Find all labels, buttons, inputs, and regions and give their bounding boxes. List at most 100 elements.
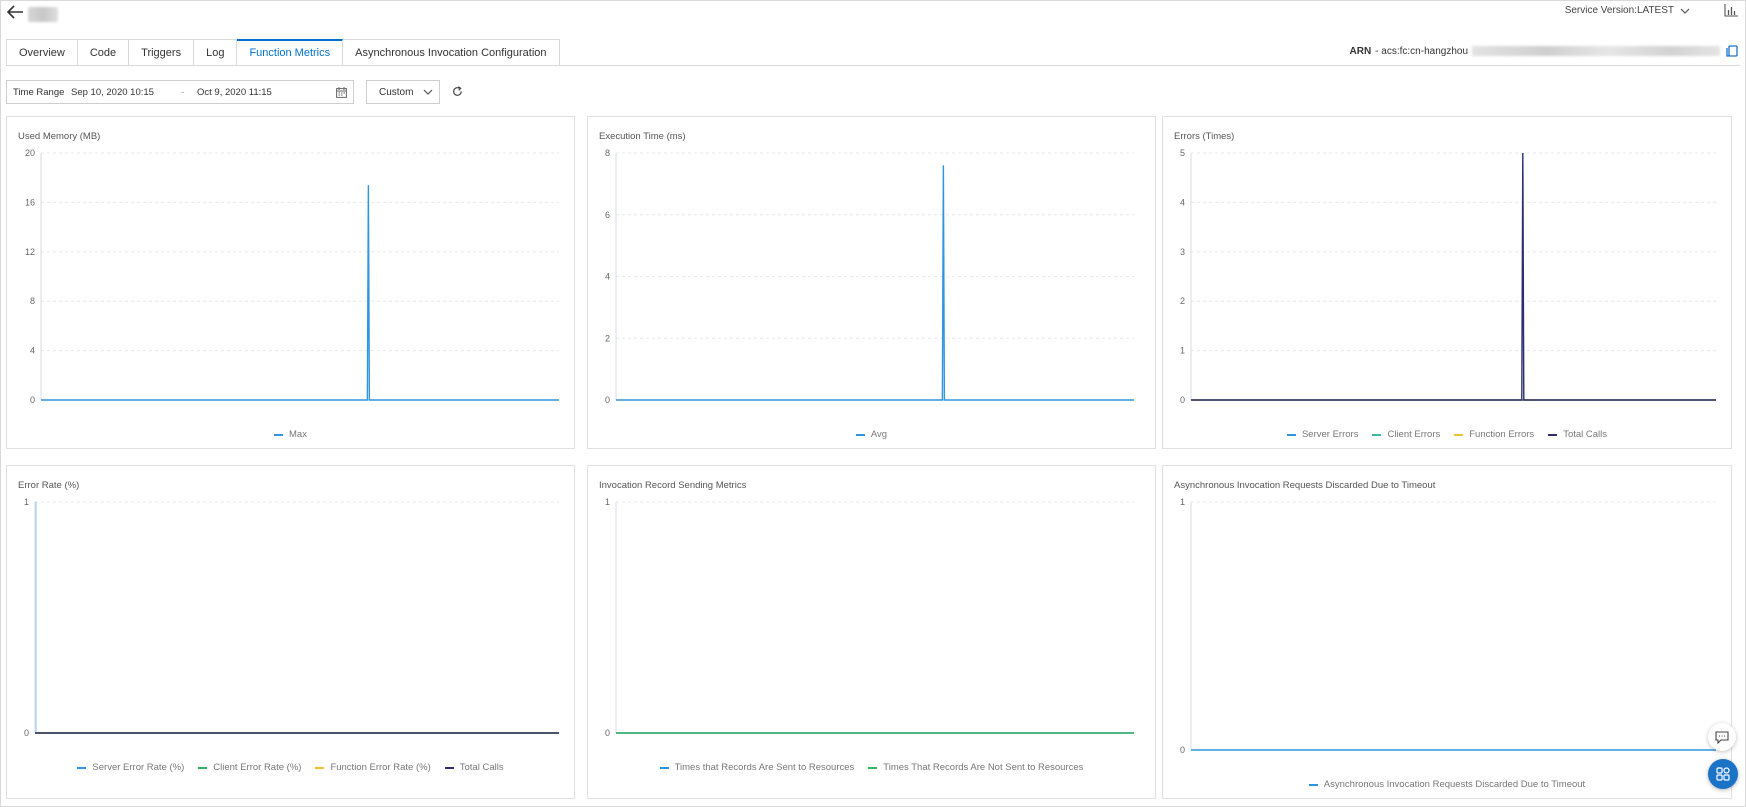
time-range-start[interactable]: Sep 10, 2020 10:15	[71, 87, 181, 98]
arn-label: ARN	[1349, 45, 1372, 57]
chart-svg: 01	[24, 497, 559, 738]
y-tick-label: 4	[605, 272, 610, 282]
chevron-down-icon	[1680, 8, 1690, 14]
legend-label: Total Calls	[459, 762, 504, 773]
legend-item-avg[interactable]: Avg	[855, 429, 888, 440]
time-range-end[interactable]: Oct 9, 2020 11:15	[197, 87, 336, 98]
legend-item-times-that-records-are-sent-to-resources[interactable]: Times that Records Are Sent to Resources	[659, 762, 855, 773]
y-tick-label: 1	[1180, 497, 1185, 507]
legend-item-client-errors[interactable]: Client Errors	[1372, 429, 1440, 440]
legend-item-max[interactable]: Max	[274, 429, 307, 440]
y-tick-label: 8	[30, 296, 35, 306]
legend-label: Times that Records Are Sent to Resources	[674, 762, 855, 773]
chart-legend: Asynchronous Invocation Requests Discard…	[1163, 779, 1731, 790]
chart-title: Errors (Times)	[1174, 131, 1235, 142]
y-tick-label: 0	[1180, 745, 1185, 755]
copy-icon[interactable]	[1726, 45, 1738, 57]
tab-code[interactable]: Code	[77, 39, 130, 66]
legend-swatch	[1548, 433, 1558, 436]
series-line-total-calls	[1191, 152, 1716, 401]
legend-label: Total Calls	[1563, 429, 1608, 440]
legend-swatch	[855, 433, 865, 436]
y-tick-label: 8	[605, 148, 610, 158]
legend-item-total-calls[interactable]: Total Calls	[1548, 429, 1607, 440]
y-tick-label: 2	[605, 333, 610, 343]
legend-label: Server Error Rate (%)	[92, 762, 185, 773]
legend-label: Avg	[870, 429, 888, 440]
y-tick-label: 4	[30, 346, 35, 356]
legend-swatch	[274, 433, 284, 436]
legend-item-client-error-rate-pct[interactable]: Client Error Rate (%)	[198, 762, 301, 773]
chart-title: Asynchronous Invocation Requests Discard…	[1174, 480, 1436, 491]
chart-title: Used Memory (MB)	[18, 131, 101, 142]
chart-svg: 0 4 8 12 16 20	[25, 148, 559, 405]
legend-item-asynchronous-invocation-requests-discarded-due-to-timeout[interactable]: Asynchronous Invocation Requests Discard…	[1308, 779, 1585, 790]
tab-log[interactable]: Log	[194, 39, 238, 66]
tab-bar: Overview Code Triggers Log Function Metr…	[6, 39, 560, 66]
tab-function-metrics[interactable]: Function Metrics	[237, 39, 344, 66]
bar-chart-icon[interactable]	[1724, 4, 1738, 17]
arn-display: ARN - acs:fc:cn-hangzhou	[1350, 45, 1739, 57]
y-tick-label: 0	[30, 395, 35, 405]
refresh-icon[interactable]	[452, 86, 463, 97]
y-tick-label: 1	[1180, 346, 1185, 356]
arn-value-redacted	[1472, 46, 1720, 56]
time-range-picker[interactable]: Time Range Sep 10, 2020 10:15 - Oct 9, 2…	[6, 80, 354, 104]
legend-item-server-error-rate-pct[interactable]: Server Error Rate (%)	[77, 762, 184, 773]
arn-prefix: - acs:fc:cn-hangzhou	[1375, 45, 1468, 57]
legend-label: Max	[289, 429, 307, 440]
chevron-down-icon	[423, 89, 433, 95]
tab-overview[interactable]: Overview	[6, 39, 78, 66]
legend-label: Server Errors	[1301, 429, 1359, 440]
legend-swatch	[1308, 783, 1318, 786]
legend-label: Function Error Rate (%)	[330, 762, 431, 773]
chat-icon	[1715, 730, 1729, 744]
function-name-redacted	[28, 7, 58, 22]
legend-item-total-calls[interactable]: Total Calls	[444, 762, 504, 773]
chart-panel-error-rate-pct: 0 1 Error Rate (%) Server Error Rate (%) Cli…	[6, 465, 575, 799]
y-tick-label: 4	[1180, 197, 1185, 207]
series-line-avg	[616, 165, 1134, 401]
legend-swatch	[315, 766, 325, 769]
legend-label: Client Error Rate (%)	[213, 762, 302, 773]
legend-item-times-that-records-are-not-sent-to-resources[interactable]: Times That Records Are Not Sent to Resou…	[868, 762, 1083, 773]
legend-swatch	[444, 766, 454, 769]
tabs-divider	[6, 65, 1740, 66]
legend-item-function-errors[interactable]: Function Errors	[1454, 429, 1534, 440]
chart-legend: Max	[7, 429, 574, 440]
service-version-label: Service Version:LATEST	[1564, 5, 1674, 16]
legend-swatch	[659, 766, 669, 769]
y-tick-label: 1	[24, 497, 29, 507]
legend-swatch	[1286, 433, 1296, 436]
quick-actions-button[interactable]	[1708, 759, 1738, 789]
chart-legend: Server Errors Client Errors Function Error…	[1163, 429, 1731, 440]
range-preset-value: Custom	[379, 86, 414, 98]
feedback-chat-button[interactable]	[1708, 723, 1736, 751]
chart-panel-invocation-record-sending-metrics: 0 1 Invocation Record Sending Metrics Times…	[587, 465, 1156, 799]
y-tick-label: 12	[25, 247, 35, 257]
chart-title: Invocation Record Sending Metrics	[599, 480, 747, 491]
tab-triggers[interactable]: Triggers	[129, 39, 195, 66]
chart-legend: Times that Records Are Sent to Resources…	[588, 762, 1155, 773]
tab-async-invocation-configuration[interactable]: Asynchronous Invocation Configuration	[343, 39, 560, 66]
range-preset-select[interactable]: Custom	[366, 80, 440, 104]
legend-swatch	[1372, 433, 1382, 436]
time-range-label: Time Range	[13, 86, 65, 98]
y-tick-label: 5	[1180, 148, 1185, 158]
chart-panel-errors-times: 0 1 2 3 4 5 Errors (Times) Server Errors Client …	[1162, 116, 1732, 449]
time-range-separator: -	[181, 86, 185, 98]
back-arrow-icon[interactable]	[6, 4, 24, 20]
legend-item-server-errors[interactable]: Server Errors	[1286, 429, 1359, 440]
legend-swatch	[1454, 433, 1464, 436]
service-version-selector[interactable]: Service Version:LATEST	[1565, 5, 1690, 16]
legend-item-function-error-rate-pct[interactable]: Function Error Rate (%)	[315, 762, 431, 773]
series-line-max	[41, 185, 559, 401]
y-tick-label: 1	[605, 497, 610, 507]
calendar-icon[interactable]	[336, 86, 347, 98]
y-tick-label: 2	[1180, 296, 1185, 306]
chart-panel-used-memory-mb: 0 4 8 12 16 20 Used Memory (MB) Max	[6, 116, 575, 449]
y-tick-label: 6	[605, 210, 610, 220]
chart-title: Execution Time (ms)	[599, 131, 686, 142]
legend-swatch	[77, 766, 87, 769]
y-tick-label: 3	[1180, 247, 1185, 257]
